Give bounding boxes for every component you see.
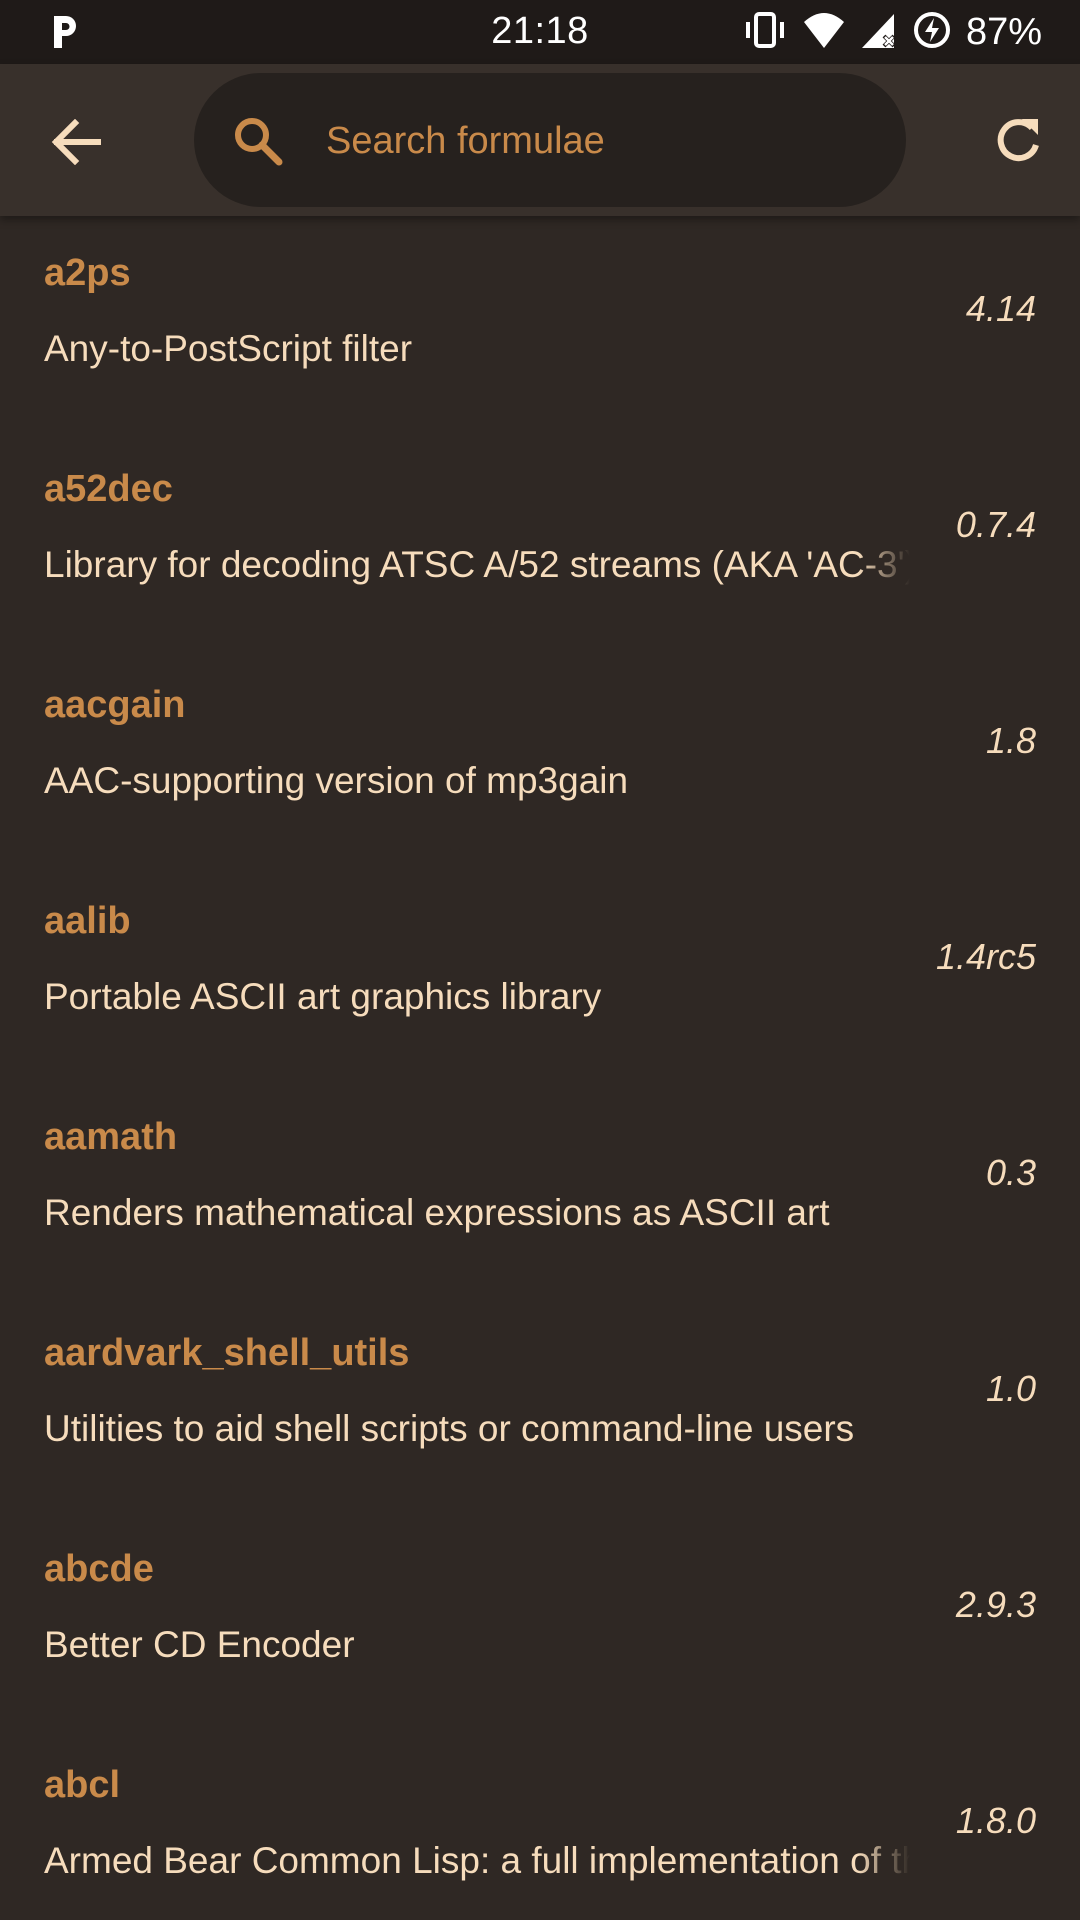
formula-description: Renders mathematical expressions as ASCI…	[44, 1192, 830, 1233]
list-item[interactable]: abcde Better CD Encoder 2.9.3	[0, 1512, 1080, 1728]
battery-saver-icon	[912, 10, 952, 55]
formula-name: aacgain	[44, 684, 186, 726]
formula-description: Armed Bear Common Lisp: a full implement…	[44, 1840, 910, 1881]
list-item[interactable]: abcl Armed Bear Common Lisp: a full impl…	[0, 1728, 1080, 1920]
status-icons: 87%	[742, 10, 1042, 54]
refresh-icon	[993, 115, 1043, 170]
vibrate-icon	[742, 10, 788, 55]
list-item[interactable]: aardvark_shell_utils Utilities to aid sh…	[0, 1296, 1080, 1512]
toolbar	[0, 64, 1080, 216]
refresh-button[interactable]	[978, 102, 1058, 182]
formula-list: a2ps Any-to-PostScript filter 4.14 a52de…	[0, 216, 1080, 1920]
formula-name: a2ps	[44, 252, 131, 294]
formula-version: 1.8.0	[955, 1800, 1036, 1841]
formula-version: 1.4rc5	[935, 936, 1036, 977]
formula-description: Library for decoding ATSC A/52 streams (…	[44, 544, 910, 585]
battery-percentage: 87%	[965, 10, 1042, 53]
cellular-signal-icon	[860, 10, 898, 55]
search-bar[interactable]	[194, 73, 906, 207]
formula-name: abcl	[44, 1764, 121, 1806]
list-item[interactable]: a2ps Any-to-PostScript filter 4.14	[0, 216, 1080, 432]
status-bar: 21:18 87%	[0, 0, 1080, 64]
formula-name: abcde	[44, 1548, 154, 1590]
formula-version: 2.9.3	[955, 1584, 1036, 1625]
formula-name: aardvark_shell_utils	[44, 1332, 410, 1374]
formula-description: Utilities to aid shell scripts or comman…	[44, 1408, 855, 1449]
formula-version: 0.3	[985, 1152, 1036, 1193]
list-item[interactable]: aalib Portable ASCII art graphics librar…	[0, 864, 1080, 1080]
formula-version: 1.8	[985, 720, 1036, 761]
formula-description: Any-to-PostScript filter	[44, 328, 413, 369]
back-button[interactable]	[36, 104, 116, 184]
arrow-back-icon	[51, 118, 101, 170]
wifi-icon	[802, 10, 846, 55]
formula-version: 1.0	[985, 1368, 1036, 1409]
list-item[interactable]: a52dec Library for decoding ATSC A/52 st…	[0, 432, 1080, 648]
search-icon	[232, 115, 284, 167]
search-input[interactable]	[324, 103, 868, 179]
formula-description: Better CD Encoder	[44, 1624, 355, 1665]
formula-description: AAC-supporting version of mp3gain	[44, 760, 629, 801]
formula-name: aalib	[44, 900, 131, 942]
formula-version: 4.14	[965, 288, 1036, 329]
formula-name: aamath	[44, 1116, 178, 1158]
formula-description: Portable ASCII art graphics library	[44, 976, 602, 1017]
list-item[interactable]: aamath Renders mathematical expressions …	[0, 1080, 1080, 1296]
formula-name: a52dec	[44, 468, 173, 510]
formula-version: 0.7.4	[955, 504, 1036, 545]
list-item[interactable]: aacgain AAC-supporting version of mp3gai…	[0, 648, 1080, 864]
